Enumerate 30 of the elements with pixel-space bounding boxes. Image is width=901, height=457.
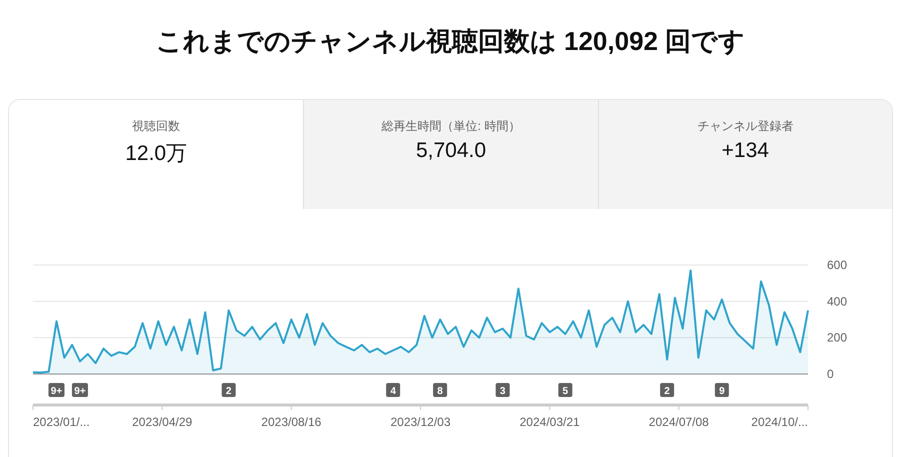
annotation-badge[interactable]: 9+ (72, 383, 88, 397)
annotation-badge[interactable]: 2 (660, 383, 674, 397)
page-title: これまでのチャンネル視聴回数は 120,092 回です (154, 25, 746, 58)
annotation-badge[interactable]: 5 (558, 383, 572, 397)
annotation-badge[interactable]: 4 (386, 383, 400, 397)
axis-label: 2023/04/29 (132, 415, 192, 429)
annotation-badge[interactable]: 9+ (48, 383, 64, 397)
annotation-badge[interactable]: 8 (433, 383, 448, 397)
axis-label: 2023/08/16 (261, 415, 322, 429)
annotation-badge[interactable]: 3 (496, 383, 510, 397)
axis-label: 600 (827, 258, 848, 272)
metric-label: 総再生時間（単位: 時間） (382, 118, 520, 135)
axis-label: 2023/12/03 (390, 415, 451, 429)
metric-label: チャンネル登録者 (697, 118, 794, 135)
axis-label: 0 (827, 367, 834, 381)
metric-value: 12.0万 (125, 141, 188, 167)
axis-label: 200 (827, 330, 848, 345)
axis-label: 2023/01/... (33, 415, 90, 429)
axis-label: 400 (827, 294, 848, 308)
axis-label: 2024/10/... (751, 415, 808, 429)
annotation-badge[interactable]: 9 (714, 383, 729, 397)
annotation-badge[interactable]: 2 (222, 383, 236, 397)
metric-tab[interactable]: 視聴回数 12.0万 (9, 100, 304, 209)
axis-label: 2024/03/21 (520, 415, 580, 429)
metric-tab[interactable]: チャンネル登録者 +134 (598, 100, 892, 209)
axis-label: 2024/07/08 (648, 415, 709, 429)
metric-label: 視聴回数 (132, 118, 180, 135)
metric-value: 5,704.0 (416, 139, 486, 163)
metric-tab[interactable]: 総再生時間（単位: 時間） 5,704.0 (303, 100, 598, 209)
metric-value: +134 (722, 139, 769, 163)
